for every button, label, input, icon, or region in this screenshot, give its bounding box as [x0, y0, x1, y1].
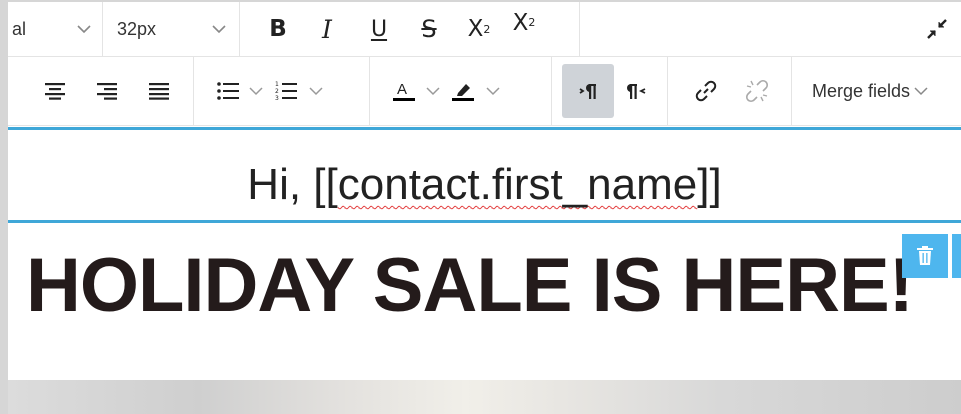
align-justify-button[interactable]	[134, 57, 184, 125]
chevron-down-icon[interactable]	[480, 86, 506, 96]
numbered-list-icon: 1 2 3	[275, 81, 297, 102]
right-to-left-button[interactable]	[614, 57, 662, 125]
chevron-down-icon[interactable]	[420, 86, 446, 96]
italic-button[interactable]: I	[300, 2, 354, 56]
text-color-icon: A	[393, 81, 415, 101]
svg-text:3: 3	[275, 95, 279, 102]
greeting-suffix: ]]	[697, 160, 722, 209]
subscript-base: X	[512, 10, 529, 36]
bullet-list-button[interactable]	[212, 57, 244, 125]
greeting-text[interactable]: Hi, [[contact.first_name]]	[8, 160, 961, 210]
align-center-icon	[45, 83, 65, 100]
highlight-icon	[452, 84, 474, 101]
bold-label: B	[269, 16, 287, 42]
chevron-down-icon	[74, 24, 94, 34]
toolbar-row-paragraph: 1 2 3 A Merge fields	[8, 57, 961, 126]
merge-fields-select[interactable]: Merge fields	[792, 57, 932, 125]
color-group: A	[370, 57, 552, 125]
insert-link-button[interactable]	[680, 57, 732, 125]
chevron-down-icon[interactable]	[304, 86, 328, 96]
greeting-prefix: Hi, [[	[247, 160, 338, 209]
delete-block-button[interactable]	[902, 234, 948, 278]
font-family-value: al	[12, 18, 27, 39]
align-justify-icon	[149, 83, 169, 100]
hero-image	[8, 380, 961, 414]
svg-text:A: A	[397, 81, 407, 98]
subscript-mark: 2	[528, 16, 536, 29]
text-color-button[interactable]: A	[388, 57, 420, 125]
superscript-base: X	[467, 16, 484, 42]
bold-button[interactable]: B	[256, 2, 300, 56]
block-top-border	[8, 127, 961, 130]
collapse-toolbar-button[interactable]	[917, 2, 957, 56]
align-center-button[interactable]	[30, 57, 80, 125]
highlight-button[interactable]	[446, 57, 480, 125]
unlink-icon	[745, 79, 769, 103]
link-group	[668, 57, 792, 125]
editor-frame: al 32px B I U S X2 X2 1 2 3 A Merge fiel…	[0, 0, 961, 414]
font-size-value: 32px	[117, 18, 157, 39]
strikethrough-label: S	[421, 15, 437, 43]
svg-text:1: 1	[275, 81, 279, 88]
subscript-button[interactable]: X2	[504, 2, 544, 56]
ltr-icon	[579, 84, 596, 99]
font-size-select[interactable]: 32px	[103, 2, 240, 56]
underline-button[interactable]: U	[354, 2, 404, 56]
superscript-button[interactable]: X2	[454, 2, 504, 56]
svg-text:2: 2	[275, 88, 279, 95]
numbered-list-button[interactable]: 1 2 3	[268, 57, 304, 125]
bullet-list-icon	[217, 82, 239, 100]
alignment-group	[8, 57, 194, 125]
text-style-group: B I U S X2 X2	[240, 2, 580, 56]
font-family-select[interactable]: al	[8, 2, 103, 56]
block-bottom-border	[8, 220, 961, 223]
left-to-right-button[interactable]	[562, 64, 614, 118]
remove-link-button[interactable]	[732, 57, 782, 125]
merge-tag-first-name: contact.first_name	[337, 160, 698, 209]
direction-group	[552, 57, 668, 125]
strikethrough-button[interactable]: S	[404, 2, 454, 56]
italic-label: I	[322, 14, 332, 44]
align-right-icon	[97, 83, 117, 100]
chevron-down-icon	[209, 24, 229, 34]
link-icon	[695, 80, 717, 102]
headline-text[interactable]: HOLIDAY SALE IS HERE!	[26, 242, 914, 329]
chevron-down-icon	[910, 86, 932, 96]
trash-icon	[917, 246, 933, 265]
collapse-icon	[927, 19, 947, 39]
block-handle[interactable]	[952, 234, 961, 278]
rtl-icon	[627, 84, 646, 99]
toolbar-row-formatting: al 32px B I U S X2 X2	[8, 2, 961, 57]
underline-label: U	[370, 16, 388, 42]
align-right-button[interactable]	[80, 57, 134, 125]
chevron-down-icon[interactable]	[244, 86, 268, 96]
merge-fields-label: Merge fields	[812, 80, 911, 101]
superscript-mark: 2	[483, 22, 491, 36]
list-group: 1 2 3	[194, 57, 370, 125]
